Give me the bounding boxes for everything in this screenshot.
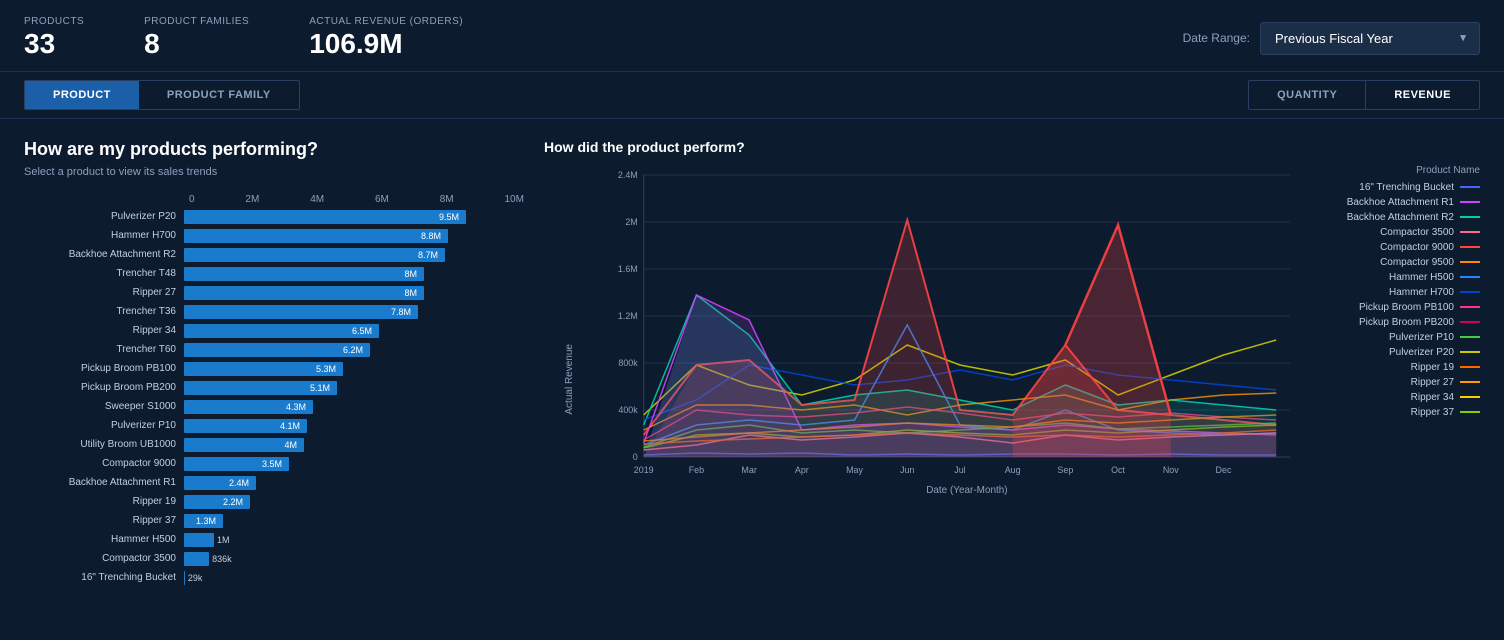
svg-text:Apr: Apr: [795, 465, 809, 475]
svg-text:Jun: Jun: [900, 465, 914, 475]
families-value: 8: [144, 27, 249, 61]
main-content: How are my products performing? Select a…: [0, 119, 1504, 614]
list-item[interactable]: Ripper 34: [1320, 392, 1480, 403]
svg-text:1.2M: 1.2M: [618, 311, 638, 321]
table-row[interactable]: Ripper 371.3M: [24, 513, 524, 529]
table-row[interactable]: Hammer H7008.8M: [24, 228, 524, 244]
revenue-button[interactable]: REVENUE: [1365, 81, 1479, 109]
line-chart-svg: 0 400k 800k 1.2M 1.6M 2M 2.4M 2019 Feb M…: [594, 165, 1310, 505]
svg-text:Feb: Feb: [689, 465, 704, 475]
svg-text:Date (Year-Month): Date (Year-Month): [926, 485, 1007, 496]
right-panel: How did the product perform? Actual Reve…: [544, 139, 1480, 594]
svg-text:Jul: Jul: [954, 465, 965, 475]
list-item[interactable]: Ripper 37: [1320, 407, 1480, 418]
legend-items: 16" Trenching Bucket Backhoe Attachment R…: [1320, 182, 1480, 418]
chart-title: How did the product perform?: [544, 139, 1480, 155]
table-row[interactable]: Pulverizer P104.1M: [24, 418, 524, 434]
list-item[interactable]: Ripper 27: [1320, 377, 1480, 388]
list-item[interactable]: 16" Trenching Bucket: [1320, 182, 1480, 193]
header: PRODUCTS 33 PRODUCT FAMILIES 8 ACTUAL RE…: [0, 0, 1504, 72]
legend-title: Product Name: [1320, 165, 1480, 176]
products-label: PRODUCTS: [24, 16, 84, 27]
svg-text:Mar: Mar: [741, 465, 756, 475]
list-item[interactable]: Backhoe Attachment R1: [1320, 197, 1480, 208]
svg-text:2019: 2019: [634, 465, 654, 475]
table-row[interactable]: 16" Trenching Bucket29k: [24, 570, 524, 586]
list-item[interactable]: Hammer H700: [1320, 287, 1480, 298]
families-label: PRODUCT FAMILIES: [144, 16, 249, 27]
list-item[interactable]: Compactor 9500: [1320, 257, 1480, 268]
tab-product[interactable]: PRODUCT: [25, 81, 139, 109]
table-row[interactable]: Pickup Broom PB1005.3M: [24, 361, 524, 377]
list-item[interactable]: Compactor 3500: [1320, 227, 1480, 238]
legend: Product Name 16" Trenching Bucket Backhoe…: [1320, 165, 1480, 594]
table-row[interactable]: Compactor 90003.5M: [24, 456, 524, 472]
svg-text:Sep: Sep: [1057, 465, 1073, 475]
metric-view-group: QUANTITY REVENUE: [1248, 80, 1480, 110]
table-row[interactable]: Utility Broom UB10004M: [24, 437, 524, 453]
table-row[interactable]: Trencher T367.8M: [24, 304, 524, 320]
table-row[interactable]: Ripper 346.5M: [24, 323, 524, 339]
svg-text:2M: 2M: [625, 217, 637, 227]
table-row[interactable]: Pulverizer P209.5M: [24, 209, 524, 225]
revenue-label: ACTUAL REVENUE (ORDERS): [309, 16, 463, 27]
bar-rows: Pulverizer P209.5M Hammer H7008.8M Backhoe…: [24, 209, 524, 586]
revenue-value: 106.9M: [309, 27, 463, 61]
line-chart-area: Actual Revenue: [544, 165, 1480, 594]
list-item[interactable]: Pickup Broom PB200: [1320, 317, 1480, 328]
products-metric: PRODUCTS 33: [24, 16, 84, 61]
table-row[interactable]: Backhoe Attachment R12.4M: [24, 475, 524, 491]
revenue-metric: ACTUAL REVENUE (ORDERS) 106.9M: [309, 16, 463, 61]
view-tab-group: PRODUCT PRODUCT FAMILY: [24, 80, 300, 110]
table-row[interactable]: Hammer H5001M: [24, 532, 524, 548]
table-row[interactable]: Sweeper S10004.3M: [24, 399, 524, 415]
list-item[interactable]: Pulverizer P10: [1320, 332, 1480, 343]
date-range-wrapper: Date Range: Previous Fiscal Year ▼: [1183, 22, 1480, 55]
list-item[interactable]: Pulverizer P20: [1320, 347, 1480, 358]
svg-text:0: 0: [633, 452, 638, 462]
list-item[interactable]: Pickup Broom PB100: [1320, 302, 1480, 313]
table-row[interactable]: Compactor 3500836k: [24, 551, 524, 567]
left-panel-title: How are my products performing?: [24, 139, 524, 160]
tab-product-family[interactable]: PRODUCT FAMILY: [139, 81, 299, 109]
svg-text:1.6M: 1.6M: [618, 264, 638, 274]
list-item[interactable]: Backhoe Attachment R2: [1320, 212, 1480, 223]
left-panel: How are my products performing? Select a…: [24, 139, 524, 594]
table-row[interactable]: Trencher T488M: [24, 266, 524, 282]
date-range-select[interactable]: Previous Fiscal Year: [1260, 22, 1480, 55]
table-row[interactable]: Backhoe Attachment R28.7M: [24, 247, 524, 263]
bar-axis: 0 2M 4M 6M 8M 10M: [189, 194, 524, 205]
svg-text:Aug: Aug: [1005, 465, 1021, 475]
svg-text:Dec: Dec: [1216, 465, 1232, 475]
list-item[interactable]: Hammer H500: [1320, 272, 1480, 283]
svg-text:Oct: Oct: [1111, 465, 1125, 475]
svg-text:800k: 800k: [618, 358, 638, 368]
table-row[interactable]: Pickup Broom PB2005.1M: [24, 380, 524, 396]
products-value: 33: [24, 27, 84, 61]
families-metric: PRODUCT FAMILIES 8: [144, 16, 249, 61]
left-panel-subtitle: Select a product to view its sales trend…: [24, 166, 524, 178]
bar-chart: 0 2M 4M 6M 8M 10M Pulverizer P209.5M Hamm…: [24, 194, 524, 586]
quantity-button[interactable]: QUANTITY: [1249, 81, 1365, 109]
list-item[interactable]: Compactor 9000: [1320, 242, 1480, 253]
table-row[interactable]: Trencher T606.2M: [24, 342, 524, 358]
list-item[interactable]: Ripper 19: [1320, 362, 1480, 373]
svg-text:May: May: [846, 465, 863, 475]
date-range-label: Date Range:: [1183, 31, 1250, 45]
svg-text:400k: 400k: [618, 405, 638, 415]
svg-text:Nov: Nov: [1163, 465, 1179, 475]
table-row[interactable]: Ripper 192.2M: [24, 494, 524, 510]
table-row[interactable]: Ripper 278M: [24, 285, 524, 301]
svg-text:2.4M: 2.4M: [618, 170, 638, 180]
tabs-row: PRODUCT PRODUCT FAMILY QUANTITY REVENUE: [0, 72, 1504, 119]
y-axis-label: Actual Revenue: [564, 344, 575, 415]
